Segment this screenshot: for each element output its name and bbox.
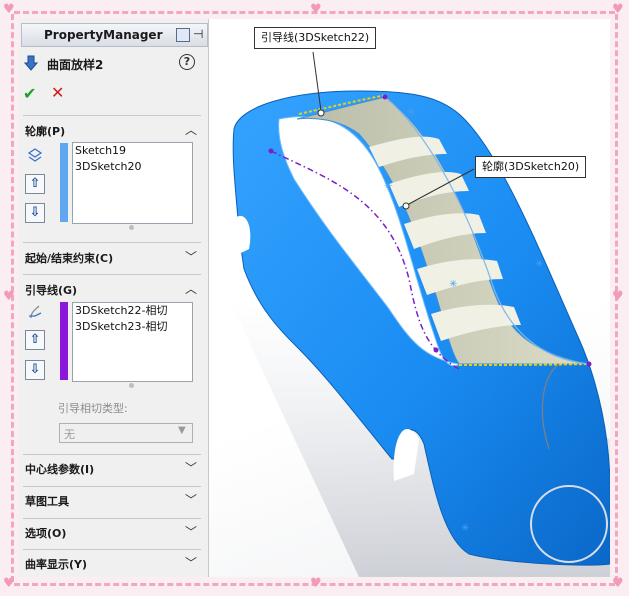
property-manager-panel: PropertyManager ⊣ 曲面放样2 ? ✔ ✕ 轮廓(P) ︿ ⇧ …	[19, 19, 209, 577]
guide-color-bar	[60, 302, 68, 380]
heart-icon: ♥	[3, 2, 15, 17]
sketch-point-marker: ✳	[384, 181, 392, 192]
section-divider	[23, 115, 201, 116]
section-header-guide-curves[interactable]: 引导线(G) ︿	[23, 280, 201, 300]
callout-anchor	[402, 202, 410, 210]
profile-callout[interactable]: 轮廓(3DSketch20)	[475, 156, 587, 178]
list-item[interactable]: 3DSketch20	[73, 159, 192, 175]
resize-handle[interactable]	[129, 383, 134, 388]
section-header-centerline[interactable]: 中心线参数(I) ﹀	[23, 459, 201, 479]
guide-curve-callout[interactable]: 引导线(3DSketch22)	[254, 27, 377, 49]
move-down-button[interactable]: ⇩	[25, 203, 45, 223]
section-title: 引导线(G)	[25, 284, 78, 297]
sketch-point-marker: ✳	[535, 259, 543, 270]
chevron-down-icon[interactable]: ﹀	[185, 248, 197, 265]
profile-icon	[27, 148, 43, 162]
control-point[interactable]	[433, 347, 439, 353]
car-body-model[interactable]: ✳ ✳ ✳ ✳ ✳	[209, 19, 610, 577]
feature-row: 曲面放样2 ?	[23, 53, 203, 75]
move-up-button[interactable]: ⇧	[25, 330, 45, 350]
guide-curves-list[interactable]: 3DSketch22-相切 3DSketch23-相切	[72, 302, 193, 382]
heart-icon: ♥	[310, 2, 322, 17]
control-point[interactable]	[382, 94, 388, 100]
control-point[interactable]	[586, 361, 592, 367]
list-item[interactable]: 3DSketch22-相切	[73, 303, 192, 319]
loft-surface-icon	[23, 55, 39, 71]
decorative-frame: ♥ ♥ ♥ ♥ ♥ ♥ ♥ ♥ PropertyManager ⊣ 曲面放样2 …	[0, 0, 629, 596]
section-divider	[23, 454, 201, 455]
callout-anchor	[317, 109, 325, 117]
collapse-arrow-icon[interactable]: ⊣	[193, 27, 203, 41]
heart-icon: ♥	[612, 2, 624, 17]
tangency-type-value: 无	[64, 428, 75, 441]
heart-icon: ♥	[612, 289, 624, 304]
section-title: 中心线参数(I)	[25, 463, 95, 476]
ok-button[interactable]: ✔	[23, 84, 36, 103]
section-title: 草图工具	[25, 495, 69, 508]
heart-icon: ♥	[3, 576, 15, 591]
chevron-down-icon[interactable]: ﹀	[185, 459, 197, 476]
section-divider	[23, 274, 201, 275]
tangency-type-select[interactable]: 无 ▼	[59, 423, 193, 443]
cancel-button[interactable]: ✕	[51, 83, 64, 102]
section-title: 轮廓(P)	[25, 125, 66, 138]
move-up-button[interactable]: ⇧	[25, 174, 45, 194]
heart-icon: ♥	[3, 289, 15, 304]
section-title: 选项(O)	[25, 527, 67, 540]
list-item[interactable]: 3DSketch23-相切	[73, 319, 192, 335]
sketch-point-marker: ✳	[461, 523, 469, 534]
pushpin-icon[interactable]	[176, 28, 190, 42]
section-divider	[23, 242, 201, 243]
section-divider	[23, 549, 201, 550]
chevron-down-icon[interactable]: ﹀	[185, 554, 197, 571]
guide-curve-icon	[29, 305, 42, 319]
tangency-type-label: 引导相切类型:	[58, 402, 128, 415]
move-down-button[interactable]: ⇩	[25, 360, 45, 380]
list-item[interactable]: Sketch19	[73, 143, 192, 159]
help-icon[interactable]: ?	[179, 54, 195, 70]
sketch-point-marker: ✳	[449, 279, 457, 290]
profile-color-bar	[60, 143, 68, 222]
sketch-point-marker: ✳	[407, 107, 415, 118]
chevron-up-icon[interactable]: ︿	[185, 280, 197, 297]
control-point[interactable]	[268, 148, 274, 154]
resize-handle[interactable]	[129, 225, 134, 230]
section-title: 曲率显示(Y)	[25, 558, 88, 571]
dropdown-arrow-icon: ▼	[178, 425, 186, 436]
section-divider	[23, 486, 201, 487]
section-header-sketch-tools[interactable]: 草图工具 ﹀	[23, 491, 201, 511]
chevron-up-icon[interactable]: ︿	[185, 121, 197, 138]
property-manager-tab[interactable]: PropertyManager ⊣	[21, 23, 208, 47]
screenshot-content: PropertyManager ⊣ 曲面放样2 ? ✔ ✕ 轮廓(P) ︿ ⇧ …	[19, 19, 610, 577]
feature-name: 曲面放样2	[47, 58, 104, 72]
section-header-options[interactable]: 选项(O) ﹀	[23, 523, 201, 543]
property-manager-title: PropertyManager	[44, 28, 163, 42]
graphics-viewport[interactable]: ✳ ✳ ✳ ✳ ✳ 引导线(3DSketch22) 轮廓(3DSketch20)	[209, 19, 610, 577]
profiles-list[interactable]: Sketch19 3DSketch20	[72, 142, 193, 224]
heart-icon: ♥	[612, 576, 624, 591]
section-header-curvature-display[interactable]: 曲率显示(Y) ﹀	[23, 554, 201, 574]
heart-icon: ♥	[310, 576, 322, 591]
chevron-down-icon[interactable]: ﹀	[185, 523, 197, 540]
section-header-start-end-constraints[interactable]: 起始/结束约束(C) ﹀	[23, 248, 201, 268]
section-title: 起始/结束约束(C)	[25, 252, 114, 265]
section-header-profiles[interactable]: 轮廓(P) ︿	[23, 121, 201, 141]
section-divider	[23, 518, 201, 519]
chevron-down-icon[interactable]: ﹀	[185, 491, 197, 508]
